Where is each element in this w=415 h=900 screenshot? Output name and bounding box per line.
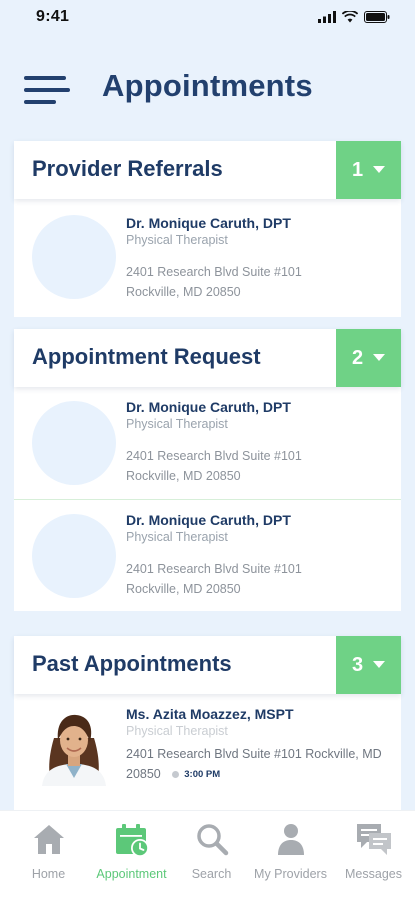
chevron-down-icon	[373, 354, 386, 361]
section-header[interactable]: Past Appointments 3	[14, 636, 401, 694]
page-title: Appointments	[102, 68, 313, 103]
status-icons	[318, 11, 391, 23]
header: Appointments	[0, 60, 415, 124]
provider-card[interactable]: Ms. Azita Moazzez, MSPT Physical Therapi…	[14, 694, 401, 812]
count-dropdown-badge[interactable]: 3	[336, 636, 401, 694]
tab-label: Messages	[345, 867, 402, 881]
provider-title: Physical Therapist	[126, 724, 228, 738]
chevron-down-icon	[373, 166, 386, 173]
section-appointment-request: Appointment Request 2 Dr. Monique Caruth…	[14, 329, 401, 611]
bottom-tab-bar: Home Appointment Search My Providers Mes…	[0, 810, 415, 900]
cellular-signal-icon	[318, 11, 336, 23]
home-icon	[33, 825, 64, 854]
appointment-details: 2401 Research Blvd Suite #101 Rockville,…	[126, 744, 386, 785]
provider-title: Physical Therapist	[126, 233, 228, 247]
tab-label: Appointment	[96, 867, 167, 881]
section-body: Dr. Monique Caruth, DPT Physical Therapi…	[14, 387, 401, 611]
provider-title: Physical Therapist	[126, 417, 228, 431]
tab-label: Search	[191, 867, 232, 881]
avatar-placeholder	[32, 514, 116, 598]
provider-address-line1: 2401 Research Blvd Suite #101	[126, 265, 302, 279]
provider-address-line1: 2401 Research Blvd Suite #101	[126, 449, 302, 463]
provider-name: Dr. Monique Caruth, DPT	[126, 399, 291, 415]
search-icon	[196, 824, 228, 856]
status-bar: 9:41	[0, 0, 415, 34]
tab-search[interactable]: Search	[170, 811, 253, 900]
count-dropdown-badge[interactable]: 2	[336, 329, 401, 387]
provider-address-line2: Rockville, MD 20850	[126, 285, 241, 299]
provider-address: 2401 Research Blvd Suite #101 Rockville,…	[126, 747, 382, 781]
provider-address-line1: 2401 Research Blvd Suite #101	[126, 562, 302, 576]
tab-home[interactable]: Home	[7, 811, 90, 900]
provider-address-line2: Rockville, MD 20850	[126, 582, 241, 596]
section-header[interactable]: Provider Referrals 1	[14, 141, 401, 199]
tab-label: Home	[31, 867, 66, 881]
provider-card[interactable]: Dr. Monique Caruth, DPT Physical Therapi…	[14, 499, 401, 611]
section-title: Appointment Request	[32, 344, 261, 369]
battery-icon	[364, 11, 390, 23]
calendar-clock-icon	[115, 824, 149, 857]
tab-my-providers[interactable]: My Providers	[249, 811, 332, 900]
avatar-placeholder	[32, 401, 116, 485]
provider-address-line2: Rockville, MD 20850	[126, 469, 241, 483]
tab-label: My Providers	[254, 867, 327, 881]
tab-appointment[interactable]: Appointment	[90, 811, 173, 900]
appointment-time: 3:00 PM	[172, 765, 220, 785]
section-provider-referrals: Provider Referrals 1 Dr. Monique Caruth,…	[14, 141, 401, 317]
tab-messages[interactable]: Messages	[332, 811, 415, 900]
section-header[interactable]: Appointment Request 2	[14, 329, 401, 387]
provider-title: Physical Therapist	[126, 530, 228, 544]
provider-name: Ms. Azita Moazzez, MSPT	[126, 706, 294, 722]
provider-name: Dr. Monique Caruth, DPT	[126, 512, 291, 528]
chevron-down-icon	[373, 661, 386, 668]
count-number: 3	[351, 653, 364, 676]
status-time: 9:41	[36, 8, 70, 25]
time-dot-icon	[172, 771, 180, 778]
section-body: Dr. Monique Caruth, DPT Physical Therapi…	[14, 199, 401, 317]
chat-icon	[356, 824, 391, 855]
section-past-appointments: Past Appointments 3 Ms. Azita Moazzez, M…	[14, 636, 401, 812]
section-title: Provider Referrals	[32, 156, 223, 181]
avatar-placeholder	[32, 215, 116, 299]
count-number: 2	[351, 346, 364, 369]
provider-card[interactable]: Dr. Monique Caruth, DPT Physical Therapi…	[14, 387, 401, 499]
provider-card[interactable]: Dr. Monique Caruth, DPT Physical Therapi…	[14, 199, 401, 317]
provider-name: Dr. Monique Caruth, DPT	[126, 215, 291, 231]
count-dropdown-badge[interactable]: 1	[336, 141, 401, 199]
hamburger-menu-icon[interactable]	[24, 76, 70, 106]
appointment-time-text: 3:00 PM	[184, 768, 221, 780]
provider-photo	[42, 714, 106, 786]
wifi-icon	[342, 11, 358, 23]
person-icon	[277, 824, 304, 855]
section-title: Past Appointments	[32, 651, 232, 676]
count-number: 1	[351, 158, 364, 181]
section-body: Ms. Azita Moazzez, MSPT Physical Therapi…	[14, 694, 401, 812]
